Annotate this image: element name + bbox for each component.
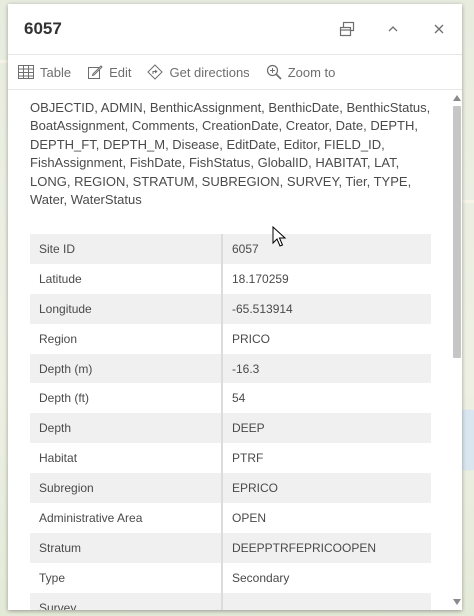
- table-row: Habitat PTRF: [30, 443, 431, 474]
- directions-label: Get directions: [169, 64, 250, 80]
- attribute-key: Administrative Area: [30, 503, 223, 533]
- attribute-key: Depth (m): [30, 353, 223, 384]
- attribute-value: -16.3: [222, 353, 431, 384]
- table-row: Stratum DEEPPTRFEPRICOOPEN: [30, 532, 431, 563]
- collapse-button[interactable]: [370, 4, 416, 54]
- zoom-in-icon: [266, 64, 282, 80]
- table-row: Longitude -65.513914: [30, 293, 431, 324]
- zoom-to-button[interactable]: Zoom to: [266, 64, 336, 80]
- popup-content[interactable]: OBJECTID, ADMIN, BenthicAssignment, Bent…: [8, 90, 448, 610]
- scroll-up-arrow[interactable]: [452, 92, 462, 104]
- directions-icon: [147, 64, 164, 80]
- triangle-down-icon: [453, 599, 461, 605]
- table-row: Depth (ft) 54: [30, 383, 431, 414]
- table-row: Type Secondary: [30, 562, 431, 593]
- attribute-key: Survey: [30, 592, 223, 610]
- table-icon: [18, 65, 34, 79]
- close-button[interactable]: [416, 4, 462, 54]
- scroll-down-arrow[interactable]: [452, 596, 462, 608]
- attribute-value: EPRICO: [222, 473, 431, 504]
- table-row: Subregion EPRICO: [30, 473, 431, 504]
- attribute-value: Secondary: [222, 562, 431, 593]
- mouse-pointer-icon: [272, 226, 287, 247]
- attribute-value: [222, 592, 431, 610]
- table-row: Region PRICO: [30, 323, 431, 354]
- table-row: Depth DEEP: [30, 413, 431, 444]
- zoom-to-label: Zoom to: [287, 64, 336, 80]
- table-row: Site ID 6057: [30, 234, 431, 264]
- attribute-key: Site ID: [30, 234, 223, 264]
- popup-toolbar: Table Edit Get directions Zoom to: [8, 55, 462, 90]
- attribute-key: Habitat: [30, 443, 223, 474]
- triangle-up-icon: [453, 95, 461, 101]
- attribute-key: Region: [30, 323, 223, 354]
- edit-button[interactable]: Edit: [87, 64, 131, 80]
- attribute-key: Type: [30, 562, 223, 593]
- attribute-key: Depth (ft): [30, 383, 223, 414]
- attribute-value: -65.513914: [222, 293, 431, 324]
- attribute-value: 6057: [222, 234, 431, 264]
- attribute-value: DEEPPTRFEPRICOOPEN: [222, 532, 431, 563]
- dock-icon: [339, 21, 355, 37]
- scroll-thumb[interactable]: [453, 106, 461, 358]
- table-label: Table: [40, 64, 72, 80]
- table-button[interactable]: Table: [18, 65, 71, 80]
- table-row: Latitude 18.170259: [30, 263, 431, 294]
- attribute-value: PTRF: [222, 443, 431, 474]
- attribute-key: Latitude: [30, 263, 223, 294]
- popup-title: 6057: [24, 19, 62, 38]
- map-road: [462, 200, 474, 203]
- attribute-value: 18.170259: [222, 263, 431, 294]
- attribute-key: Depth: [30, 413, 223, 444]
- table-row: Survey: [30, 592, 431, 610]
- get-directions-button[interactable]: Get directions: [147, 64, 250, 80]
- field-list-text: OBJECTID, ADMIN, BenthicAssignment, Bent…: [30, 100, 431, 208]
- close-icon: [434, 24, 444, 34]
- edit-pencil-icon: [88, 65, 103, 79]
- chevron-up-icon: [388, 26, 398, 32]
- attribute-value: PRICO: [222, 323, 431, 354]
- map-road: [0, 60, 8, 63]
- attribute-key: Subregion: [30, 473, 223, 504]
- table-row: Administrative Area OPEN: [30, 503, 431, 533]
- popup-header: 6057: [8, 4, 462, 55]
- attribute-value: DEEP: [222, 413, 431, 444]
- table-row: Depth (m) -16.3: [30, 353, 431, 384]
- attribute-value: 54: [222, 383, 431, 414]
- attribute-key: Stratum: [30, 532, 223, 563]
- dock-button[interactable]: [324, 4, 370, 54]
- edit-label: Edit: [109, 64, 132, 80]
- attribute-table: Site ID 6057 Latitude 18.170259 Longitude -65…: [30, 234, 431, 610]
- feature-popup: 6057 Table Edit Get directions Zoom to O…: [8, 4, 462, 610]
- vertical-scrollbar[interactable]: [452, 90, 462, 610]
- attribute-key: Longitude: [30, 293, 223, 324]
- attribute-value: OPEN: [222, 503, 431, 533]
